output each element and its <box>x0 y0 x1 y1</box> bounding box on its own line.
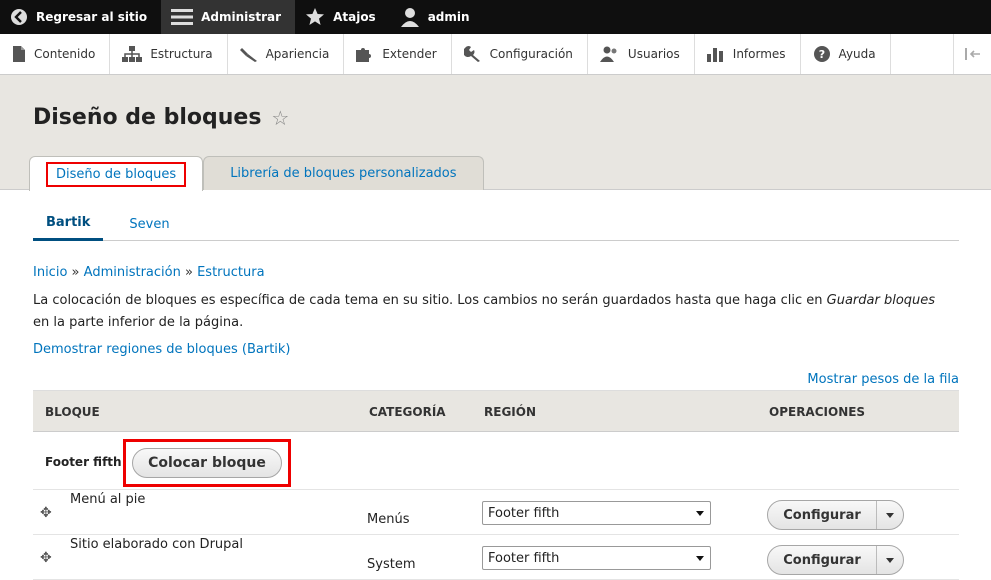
tab-label: Librería de bloques personalizados <box>230 166 457 181</box>
description-emphasis: Guardar bloques <box>826 293 936 308</box>
secondary-tabs: Bartik Seven <box>33 207 959 241</box>
bar-chart-icon <box>706 48 723 62</box>
manage-menu-button[interactable]: Administrar <box>161 0 296 34</box>
sitemap-icon <box>122 46 143 62</box>
tray-item-label: Informes <box>732 47 786 61</box>
user-icon <box>400 8 419 27</box>
user-label: admin <box>427 10 470 24</box>
shortcuts-label: Atajos <box>333 10 376 24</box>
dropbutton-toggle[interactable] <box>877 546 903 574</box>
operations-dropbutton: Configurar <box>767 500 904 530</box>
tray-item-configuration[interactable]: Configuración <box>452 34 588 74</box>
chevron-down-icon <box>886 557 894 563</box>
tray-item-label: Usuarios <box>627 47 680 61</box>
star-icon <box>306 8 325 25</box>
region-select-value: Footer fifth <box>488 505 560 521</box>
tray-item-label: Extender <box>382 47 437 61</box>
region-select-value: Footer fifth <box>488 550 560 566</box>
tray-item-label: Apariencia <box>265 47 330 61</box>
admin-toolbar: Regresar al sitio Administrar Atajos adm… <box>0 0 991 34</box>
puzzle-icon <box>356 48 372 62</box>
column-header-region: REGIÓN <box>484 405 536 419</box>
breadcrumb-separator: » <box>71 265 80 280</box>
place-block-highlight: Colocar bloque <box>123 439 291 487</box>
tray-item-label: Estructura <box>150 47 213 61</box>
show-row-weights-link[interactable]: Mostrar pesos de la fila <box>807 372 959 387</box>
block-name: Menú al pie <box>70 492 146 507</box>
user-menu-button[interactable]: admin <box>390 0 484 34</box>
tray-item-help[interactable]: ? Ayuda <box>801 34 891 74</box>
tray-item-label: Configuración <box>489 47 573 61</box>
back-to-site-label: Regresar al sitio <box>36 10 148 24</box>
description-text: La colocación de bloques es específica d… <box>33 293 827 308</box>
tab-custom-block-library[interactable]: Librería de bloques personalizados <box>203 156 484 190</box>
tray-item-appearance[interactable]: Apariencia <box>228 34 345 74</box>
svg-text:?: ? <box>818 48 824 61</box>
block-category: Menús <box>367 512 410 527</box>
manage-label: Administrar <box>201 10 282 24</box>
tray-item-label: Contenido <box>34 47 96 61</box>
block-category: System <box>367 557 416 572</box>
primary-tabs: Diseño de bloques Librería de bloques pe… <box>29 156 484 191</box>
tray-item-content[interactable]: Contenido <box>0 34 111 74</box>
region-title: Footer fifth <box>45 455 122 469</box>
blocks-table-header: BLOQUE CATEGORÍA REGIÓN OPERACIONES <box>33 390 959 432</box>
drag-handle-icon[interactable]: ✥ <box>40 550 52 566</box>
breadcrumb-structure-link[interactable]: Estructura <box>197 265 264 280</box>
help-icon: ? <box>813 46 830 62</box>
collapse-arrow-icon <box>964 48 980 60</box>
configure-button[interactable]: Configurar <box>768 501 877 529</box>
configure-button[interactable]: Configurar <box>768 546 877 574</box>
select-arrow-icon <box>696 556 704 561</box>
region-select[interactable]: Footer fifth <box>482 501 711 525</box>
wrench-icon <box>463 46 480 62</box>
page-description: La colocación de bloques es específica d… <box>33 290 953 334</box>
table-row: ✥ Sitio elaborado con Drupal System Foot… <box>33 535 959 580</box>
tray-orientation-toggle[interactable] <box>953 34 991 74</box>
operations-dropbutton: Configurar <box>767 545 904 575</box>
tray-item-label: Ayuda <box>838 47 876 61</box>
column-header-operations: OPERACIONES <box>769 405 866 419</box>
page-title-text: Diseño de bloques <box>33 105 262 130</box>
drag-handle-icon[interactable]: ✥ <box>40 505 52 521</box>
block-name: Sitio elaborado con Drupal <box>70 537 243 552</box>
tray-item-extend[interactable]: Extender <box>344 34 452 74</box>
tab-block-layout[interactable]: Diseño de bloques <box>29 156 204 191</box>
people-icon <box>599 46 617 62</box>
column-header-block: BLOQUE <box>45 405 100 419</box>
hamburger-icon <box>171 9 194 25</box>
breadcrumb-separator: » <box>184 265 193 280</box>
tray-spacer <box>891 34 953 74</box>
file-icon <box>13 46 25 62</box>
shortcuts-menu-button[interactable]: Atajos <box>295 0 390 34</box>
page-header: Diseño de bloques ☆ Diseño de bloques Li… <box>0 75 991 191</box>
back-to-site-link[interactable]: Regresar al sitio <box>0 0 161 34</box>
tray-item-people[interactable]: Usuarios <box>588 34 695 74</box>
description-text-end: en la parte inferior de la página. <box>33 315 244 330</box>
dropbutton-toggle[interactable] <box>877 501 903 529</box>
admin-tray: Contenido Estructura Apariencia Extender… <box>0 34 991 75</box>
breadcrumb-admin-link[interactable]: Administración <box>84 265 181 280</box>
region-select[interactable]: Footer fifth <box>482 546 711 570</box>
subtab-bartik[interactable]: Bartik <box>33 207 104 241</box>
demonstrate-regions-link[interactable]: Demostrar regiones de bloques (Bartik) <box>33 342 291 357</box>
page-title: Diseño de bloques ☆ <box>33 105 289 130</box>
region-row-footer-fifth: Footer fifth Colocar bloque <box>33 436 959 490</box>
tray-item-structure[interactable]: Estructura <box>110 34 228 74</box>
tray-item-reports[interactable]: Informes <box>695 34 801 74</box>
add-shortcut-star-icon[interactable]: ☆ <box>271 106 289 130</box>
back-arrow-icon <box>11 9 27 25</box>
breadcrumb: Inicio » Administración » Estructura <box>33 265 265 280</box>
table-row: ✥ Menú al pie Menús Footer fifth Configu… <box>33 490 959 535</box>
brush-icon <box>239 48 257 62</box>
breadcrumb-home-link[interactable]: Inicio <box>33 265 67 280</box>
column-header-category: CATEGORÍA <box>369 405 446 419</box>
chevron-down-icon <box>886 512 894 518</box>
subtab-seven[interactable]: Seven <box>115 207 183 241</box>
select-arrow-icon <box>696 511 704 516</box>
tab-label: Diseño de bloques <box>46 161 187 187</box>
place-block-button[interactable]: Colocar bloque <box>132 448 282 478</box>
